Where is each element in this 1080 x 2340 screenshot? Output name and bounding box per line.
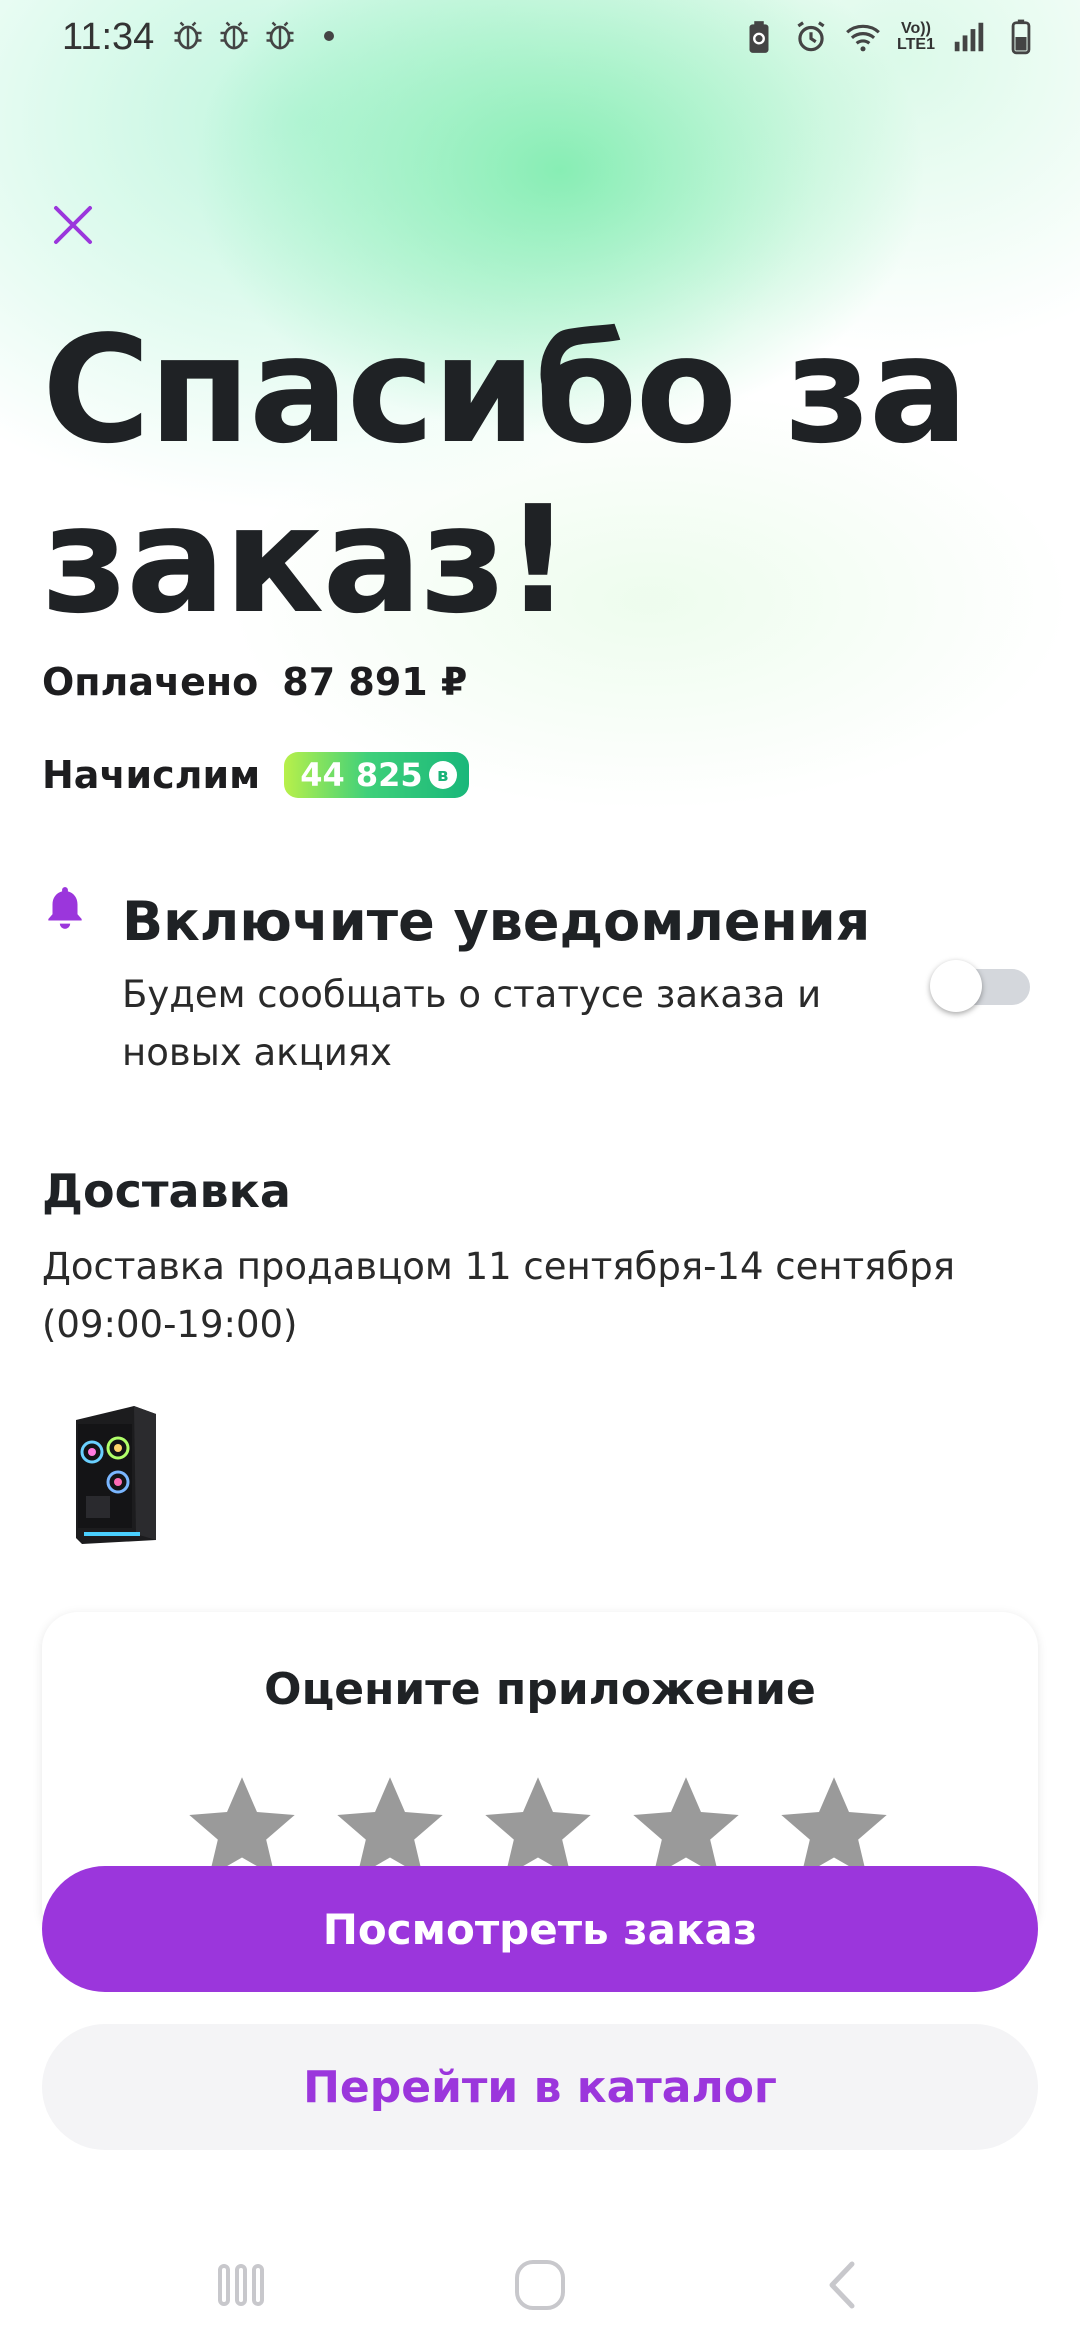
- rate-app-title: Оцените приложение: [264, 1664, 816, 1715]
- notifications-toggle[interactable]: [930, 960, 1030, 1014]
- network-type-label: Vo)) LTE1: [897, 20, 935, 53]
- signal-icon: [954, 22, 984, 52]
- bonus-coin-icon: в: [428, 761, 457, 789]
- paid-row: Оплачено 87 891 ₽: [42, 660, 467, 704]
- bonus-amount: 44 825: [300, 756, 423, 794]
- status-time: 11:34: [62, 16, 155, 58]
- bug-icon: [266, 21, 294, 50]
- bonus-label: Начислим: [42, 753, 261, 797]
- delivery-text: Доставка продавцом 11 сентября-14 сентяб…: [42, 1245, 955, 1346]
- wifi-icon: [846, 24, 880, 52]
- toggle-knob: [930, 960, 982, 1012]
- battery-saver-icon: [749, 21, 769, 53]
- alarm-icon: [797, 21, 825, 52]
- bonus-row: Начислим 44 825 в: [42, 752, 469, 798]
- home-icon[interactable]: [505, 2250, 575, 2320]
- delivery-title: Доставка: [42, 1164, 291, 1218]
- bug-icon: [220, 21, 248, 50]
- notification-icons: [170, 18, 334, 54]
- status-bar: 11:34 Vo)) LTE1: [0, 0, 1080, 80]
- notifications-title: Включите уведомления: [122, 890, 871, 953]
- system-navigation-bar: [0, 2230, 1080, 2340]
- paid-amount: 87 891 ₽: [282, 660, 468, 704]
- bell-icon: [48, 887, 82, 929]
- bonus-badge: 44 825 в: [284, 752, 469, 798]
- notifications-description: Будем сообщать о статусе заказа и новых …: [122, 973, 822, 1074]
- battery-icon: [1011, 19, 1031, 55]
- back-icon[interactable]: [808, 2250, 878, 2320]
- bug-icon: [174, 21, 202, 50]
- more-notifications-dot: [324, 31, 334, 41]
- close-icon[interactable]: [48, 200, 98, 250]
- system-icons: Vo)) LTE1: [740, 18, 1040, 56]
- product-image[interactable]: [56, 1400, 176, 1550]
- paid-label: Оплачено: [42, 660, 259, 704]
- go-to-catalog-button[interactable]: Перейти в каталог: [42, 2024, 1038, 2150]
- page-title: Спасибо за заказ!: [42, 304, 969, 646]
- recent-apps-icon[interactable]: [206, 2250, 276, 2320]
- view-order-button[interactable]: Посмотреть заказ: [42, 1866, 1038, 1992]
